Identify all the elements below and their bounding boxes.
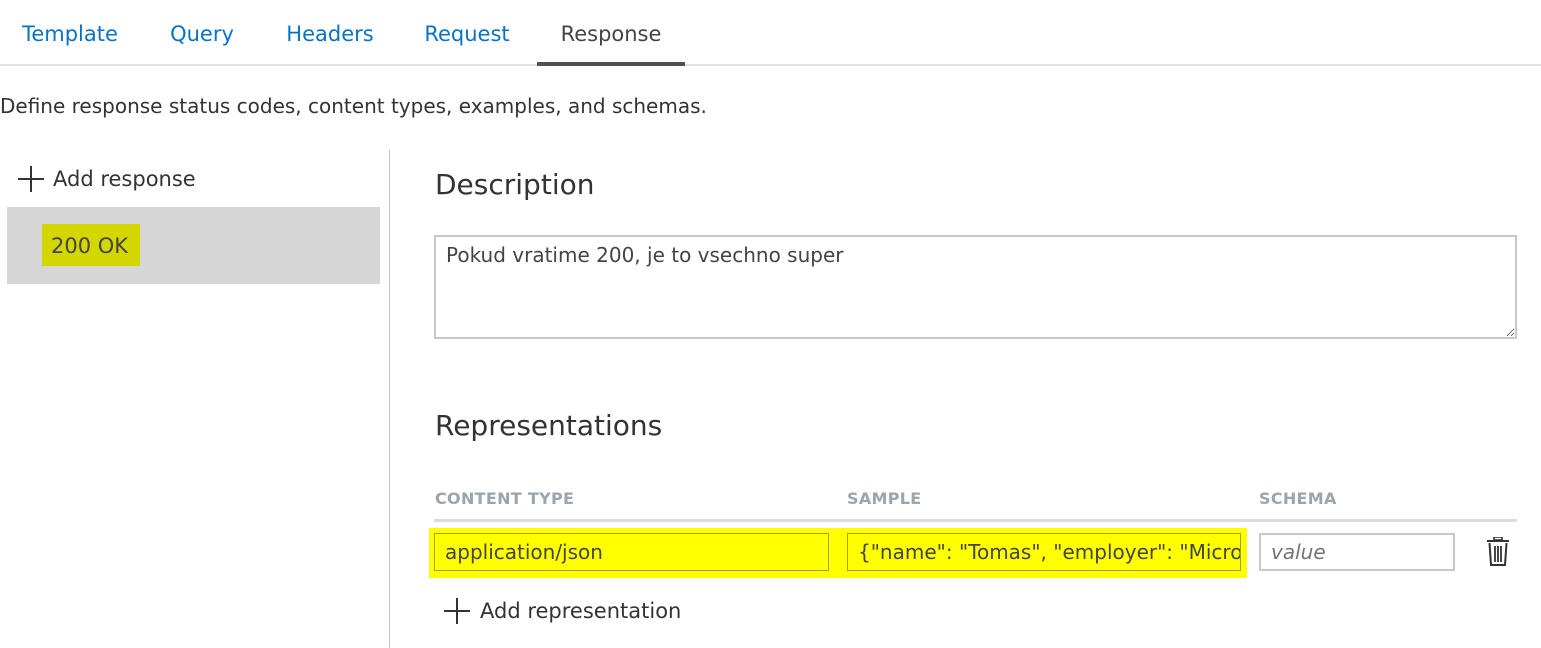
column-header-schema: SCHEMA <box>1259 489 1337 508</box>
add-response-label: Add response <box>53 167 196 191</box>
description-textarea[interactable]: Pokud vratime 200, je to vsechno super <box>434 235 1517 339</box>
sample-input[interactable]: {"name": "Tomas", "employer": "Micro <box>847 533 1241 571</box>
tab-request[interactable]: Request <box>414 0 520 66</box>
description-heading: Description <box>435 168 595 201</box>
tab-bar: Template Query Headers Request Response <box>0 0 1541 66</box>
tab-headers[interactable]: Headers <box>276 0 384 66</box>
representations-heading: Representations <box>435 409 663 442</box>
panel-divider <box>389 150 390 648</box>
header-divider <box>434 519 1517 522</box>
trash-icon[interactable] <box>1486 537 1510 567</box>
schema-input[interactable] <box>1259 533 1455 571</box>
tab-response[interactable]: Response <box>537 0 685 66</box>
tab-query[interactable]: Query <box>160 0 244 66</box>
column-header-content-type: CONTENT TYPE <box>435 489 575 508</box>
tab-template[interactable]: Template <box>12 0 128 66</box>
column-header-sample: SAMPLE <box>847 489 922 508</box>
add-representation-label: Add representation <box>480 599 682 623</box>
add-response-button[interactable]: Add response <box>18 164 196 194</box>
page-intro: Define response status codes, content ty… <box>0 94 707 118</box>
response-item-200[interactable]: 200 OK <box>7 207 380 284</box>
plus-icon <box>18 166 44 192</box>
add-representation-button[interactable]: Add representation <box>444 596 681 626</box>
response-code-label: 200 OK <box>42 224 140 266</box>
plus-icon <box>444 598 470 624</box>
content-type-input[interactable]: application/json <box>434 533 829 571</box>
